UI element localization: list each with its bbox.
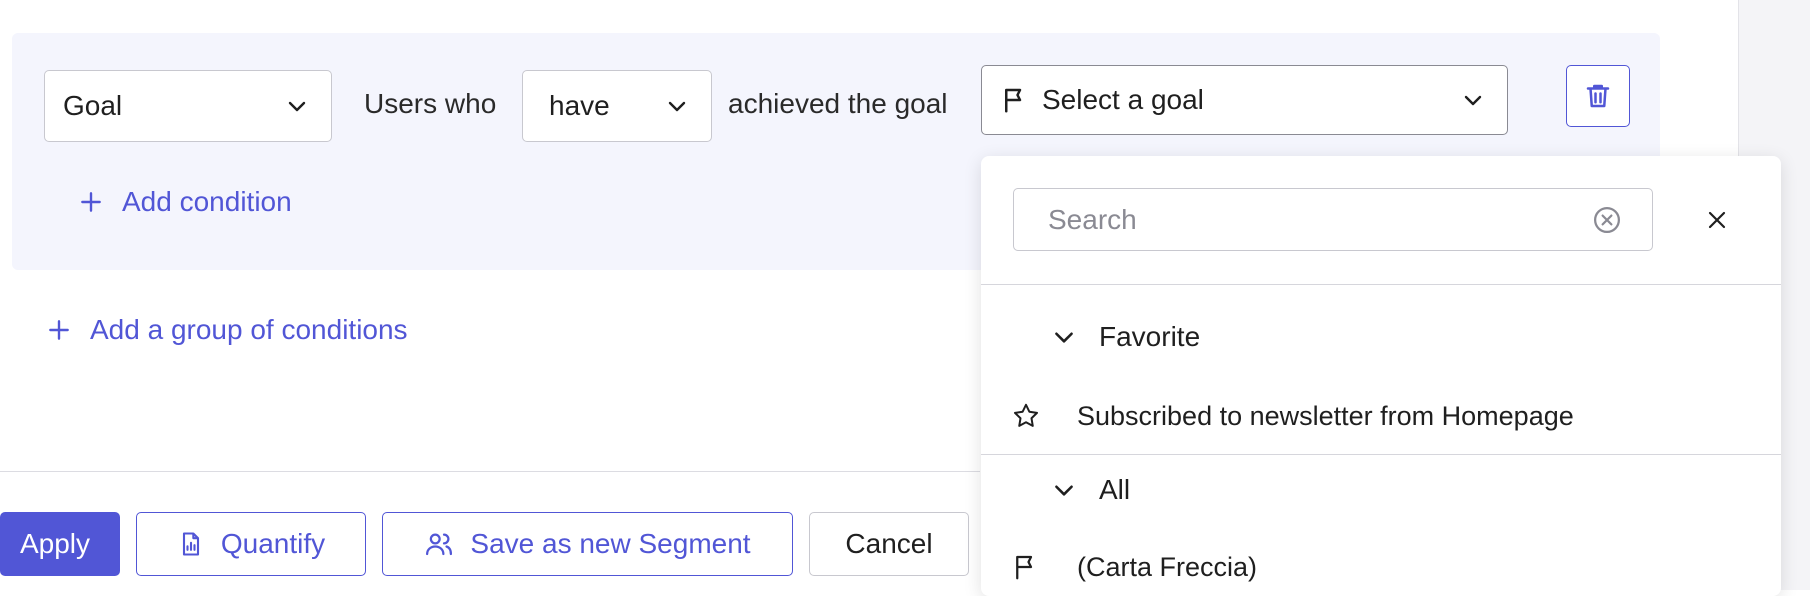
goal-search-input[interactable]	[1046, 202, 1570, 237]
chevron-down-icon	[1464, 95, 1482, 106]
star-icon[interactable]	[1011, 401, 1041, 431]
goal-select[interactable]: Select a goal	[981, 65, 1508, 135]
group-header-favorite[interactable]: Favorite	[1051, 321, 1200, 353]
goal-dropdown-panel: Favorite Subscribed to newsletter from H…	[981, 156, 1781, 596]
close-icon[interactable]	[1705, 208, 1729, 232]
chevron-down-icon	[1055, 332, 1073, 343]
trash-icon	[1586, 84, 1610, 108]
clear-search-icon[interactable]	[1592, 205, 1622, 235]
save-segment-label: Save as new Segment	[470, 528, 751, 559]
quantify-label: Quantify	[220, 528, 326, 559]
add-group-label: Add a group of conditions	[90, 314, 408, 345]
flag-icon	[1016, 555, 1033, 580]
dropdown-item-subscribed-newsletter[interactable]: Subscribed to newsletter from Homepage	[981, 386, 1781, 446]
add-group-link[interactable]: Add a group of conditions	[46, 314, 408, 346]
add-condition-label: Add condition	[122, 186, 292, 217]
plus-icon	[49, 320, 69, 340]
group-label-favorite: Favorite	[1099, 321, 1201, 352]
quantify-button[interactable]: Quantify	[136, 512, 366, 576]
users-icon	[426, 533, 453, 556]
condition-type-value: Goal	[63, 90, 123, 121]
chevron-down-icon	[668, 101, 686, 112]
cancel-label: Cancel	[845, 528, 933, 559]
flag-icon	[1005, 88, 1022, 113]
delete-condition-button[interactable]	[1566, 65, 1630, 127]
have-select[interactable]: have	[522, 70, 712, 142]
chevron-down-icon	[288, 101, 306, 112]
dropdown-item-label: Subscribed to newsletter from Homepage	[1077, 400, 1574, 431]
report-icon	[182, 532, 199, 556]
dropdown-item-carta-freccia[interactable]: (Carta Freccia)	[981, 537, 1781, 596]
condition-type-select[interactable]: Goal	[44, 70, 332, 142]
apply-label: Apply	[19, 528, 91, 559]
cancel-button[interactable]: Cancel	[809, 512, 969, 576]
dropdown-divider	[981, 284, 1781, 285]
have-select-value: have	[549, 90, 610, 121]
add-condition-link[interactable]: Add condition	[78, 186, 292, 218]
achieved-goal-label: achieved the goal	[728, 88, 948, 119]
dropdown-item-label: (Carta Freccia)	[1077, 551, 1258, 582]
chevron-down-icon	[1055, 485, 1073, 496]
users-who-label: Users who	[364, 88, 497, 119]
goal-select-placeholder: Select a goal	[1042, 84, 1204, 115]
save-segment-button[interactable]: Save as new Segment	[382, 512, 793, 576]
group-header-all[interactable]: All	[1051, 474, 1130, 506]
group-label-all: All	[1099, 474, 1131, 505]
footer-divider	[0, 471, 980, 472]
goal-search-box	[1013, 188, 1653, 251]
plus-icon	[81, 192, 101, 212]
dropdown-divider	[981, 454, 1781, 455]
apply-button[interactable]: Apply	[0, 512, 120, 576]
